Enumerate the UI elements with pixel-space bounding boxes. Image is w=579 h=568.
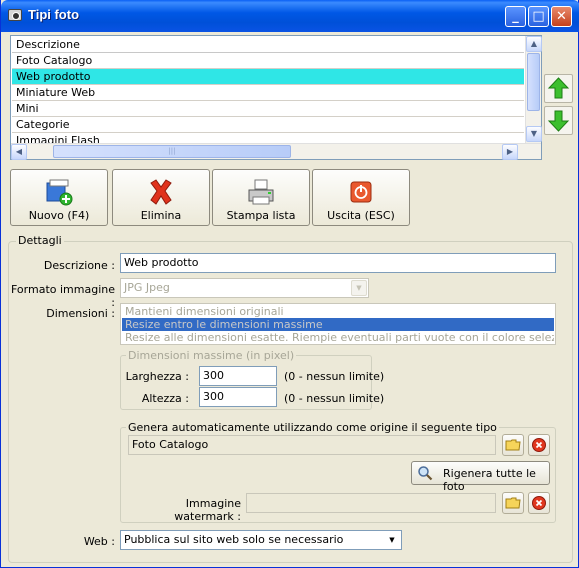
move-down-button[interactable] — [544, 106, 573, 135]
window: Tipi foto _ □ ✕ Descrizione Foto Catalog… — [0, 0, 579, 568]
magnifier-icon — [418, 466, 433, 481]
print-list-button[interactable]: Stampa lista — [212, 169, 310, 226]
column-header-description[interactable]: Descrizione — [12, 37, 524, 53]
dimensions-label: Dimensioni : — [46, 307, 115, 320]
description-label: Descrizione : — [43, 259, 115, 272]
browse-source-button[interactable] — [502, 434, 524, 456]
source-type-field[interactable]: Foto Catalogo — [128, 435, 496, 455]
printer-icon — [248, 179, 274, 205]
photo-types-list[interactable]: Descrizione Foto Catalogo Web prodotto M… — [10, 35, 542, 160]
regenerate-photos-label: Rigenera tutte le foto — [443, 467, 536, 493]
watermark-label: Immagine watermark : — [174, 497, 241, 523]
description-field[interactable]: Web prodotto — [120, 253, 556, 273]
delete-button-label: Elimina — [140, 209, 182, 222]
max-dimensions-title: Dimensioni massime (in pixel) — [126, 349, 297, 362]
maximize-button[interactable]: □ — [528, 6, 549, 27]
list-item[interactable]: Categorie — [12, 117, 524, 133]
height-label: Altezza : — [141, 392, 189, 405]
height-field[interactable]: 300 — [199, 387, 277, 407]
list-item-selected[interactable]: Web prodotto — [12, 69, 524, 85]
width-field[interactable]: 300 — [199, 366, 277, 386]
width-hint: (0 - nessun limite) — [284, 370, 385, 383]
new-photo-icon — [46, 179, 73, 206]
scroll-right-button[interactable]: ▶ — [502, 144, 518, 160]
list-item[interactable]: Mini — [12, 101, 524, 117]
exit-button[interactable]: Uscita (ESC) — [312, 169, 410, 226]
close-button[interactable]: ✕ — [551, 6, 572, 27]
window-title: Tipi foto — [28, 7, 80, 22]
scroll-left-button[interactable]: ◀ — [11, 144, 27, 160]
arrow-up-icon — [547, 77, 570, 99]
folder-icon — [505, 439, 521, 451]
arrow-down-icon — [547, 110, 570, 132]
regenerate-photos-button[interactable]: Rigenera tutte le foto — [411, 461, 550, 493]
format-label: Formato immagine : — [11, 283, 115, 309]
title-bar[interactable]: Tipi foto _ □ ✕ — [1, 0, 579, 32]
dimension-option[interactable]: Resize alle dimensioni esatte. Riempie e… — [122, 331, 554, 344]
delete-circle-icon — [532, 496, 546, 510]
dimension-option[interactable]: Mantieni dimensioni originali — [122, 305, 554, 318]
list-item[interactable]: Miniature Web — [12, 85, 524, 101]
web-label: Web : — [83, 535, 115, 548]
camera-icon — [8, 9, 22, 21]
web-publish-select[interactable]: Pubblica sul sito web solo se necessario… — [120, 530, 402, 550]
minimize-button[interactable]: _ — [505, 6, 526, 27]
new-button-label: Nuovo (F4) — [28, 209, 90, 222]
web-publish-select-value: Pubblica sul sito web solo se necessario — [124, 533, 344, 546]
client-area: Descrizione Foto Catalogo Web prodotto M… — [5, 32, 576, 564]
clear-source-button[interactable] — [528, 434, 550, 456]
move-up-button[interactable] — [544, 74, 573, 103]
chevron-down-icon: ▼ — [384, 532, 400, 548]
dimensions-list[interactable]: Mantieni dimensioni originali Resize ent… — [120, 303, 556, 345]
list-item[interactable]: Foto Catalogo — [12, 53, 524, 69]
scroll-down-button[interactable]: ▼ — [526, 126, 542, 142]
browse-watermark-button[interactable] — [502, 492, 524, 514]
width-label: Larghezza : — [125, 370, 189, 383]
vertical-scroll-thumb[interactable] — [527, 53, 540, 111]
delete-x-icon — [150, 179, 172, 205]
folder-icon — [505, 497, 521, 509]
dimension-option-selected[interactable]: Resize entro le dimensioni massime — [122, 318, 554, 331]
horizontal-scroll-thumb[interactable]: ||| — [53, 145, 291, 158]
power-icon — [350, 181, 372, 203]
chevron-down-icon: ▼ — [351, 280, 367, 296]
vertical-scrollbar[interactable]: ▲ ▼ — [525, 36, 542, 143]
horizontal-scrollbar[interactable]: ◀ ||| ▶ — [11, 143, 541, 160]
details-group-title: Dettagli — [16, 234, 64, 247]
format-select[interactable]: JPG Jpeg ▼ — [120, 278, 369, 298]
scroll-up-button[interactable]: ▲ — [526, 36, 542, 52]
auto-generate-title: Genera automaticamente utilizzando come … — [126, 421, 499, 434]
list-item[interactable]: Immagini Flash — [12, 133, 524, 143]
new-button[interactable]: Nuovo (F4) — [10, 169, 108, 226]
height-hint: (0 - nessun limite) — [284, 392, 385, 405]
delete-button[interactable]: Elimina — [112, 169, 210, 226]
exit-button-label: Uscita (ESC) — [327, 209, 395, 222]
watermark-field[interactable] — [246, 493, 496, 513]
format-select-value: JPG Jpeg — [124, 281, 170, 294]
print-list-button-label: Stampa lista — [226, 209, 296, 222]
delete-circle-icon — [532, 438, 546, 452]
clear-watermark-button[interactable] — [528, 492, 550, 514]
